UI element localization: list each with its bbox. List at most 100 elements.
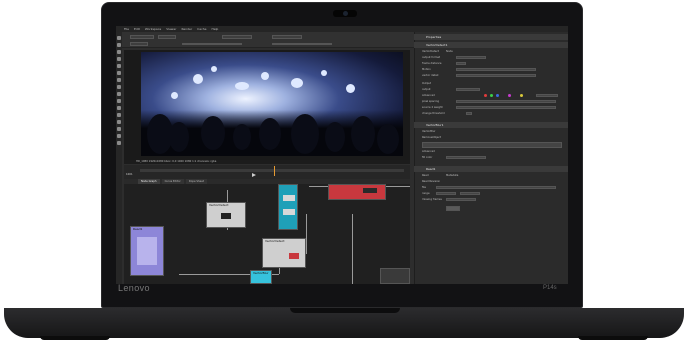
node-red[interactable] [328,184,386,200]
prop-change-threshold: change threshold [422,112,445,115]
prop-metadata-tab[interactable]: Metadata [446,174,458,177]
node-thumbnail [283,209,295,215]
node-title: Read1 [133,227,143,231]
node-thumbnail [137,237,157,265]
red-swatch[interactable] [484,94,487,97]
change-threshold-checkbox[interactable] [466,112,472,115]
frame-distance-field[interactable] [456,62,466,65]
panel-header-read[interactable]: Read1 [414,166,568,172]
toolsets-tool-icon[interactable] [117,134,121,138]
time-tool-icon[interactable] [117,50,121,54]
views-tool-icon[interactable] [117,106,121,110]
missing-frames-dropdown[interactable] [446,198,476,201]
range-start-field[interactable] [436,192,456,195]
prop-read-revision: Read Revision [422,180,441,183]
prop-missing-frames: missing frames [422,198,442,201]
prop-read-class: Read [422,174,429,177]
channel-tool-icon[interactable] [117,57,121,61]
channel-dropdown[interactable] [130,35,154,39]
fill-color-field[interactable] [446,156,486,159]
node-vectordetect-a[interactable]: VectorDetect [206,202,246,228]
prop-removeobject: RemoveObject [422,136,441,139]
prop-output: output [422,88,431,91]
reload-button[interactable] [446,206,460,211]
menu-render[interactable]: Render [181,27,192,31]
prop-tab-node[interactable]: Node [446,50,453,53]
deep-tool-icon[interactable] [117,127,121,131]
properties-title: Properties [414,34,568,40]
timeline: 1001 [124,165,410,179]
node-thumbnail [363,188,377,193]
timeline-track[interactable] [140,169,404,172]
zoom-dropdown[interactable] [130,42,148,46]
pixel-spacing-field[interactable] [456,100,556,103]
node-teal[interactable] [278,184,298,230]
prop-advanced: Advanced [422,94,435,97]
prop-class: VectorDetect [422,50,439,53]
menu-help[interactable]: Help [211,27,218,31]
play-button-icon[interactable] [252,173,256,177]
menu-file[interactable]: File [124,27,129,31]
output-format-field[interactable] [456,56,486,59]
color-field[interactable] [536,94,558,97]
transform-tool-icon[interactable] [117,92,121,96]
node-read[interactable]: Read1 [130,226,164,276]
tool-sidebar [116,32,122,284]
motion-field[interactable] [456,68,536,71]
source-weight-field[interactable] [456,106,556,109]
node-thumbnail [221,213,231,219]
node-graph[interactable]: VectorDetect Read1 VectorDetect VectorBl… [124,184,410,284]
prop-output-format: output format [422,56,441,59]
menu-viewer[interactable]: Viewer [166,27,176,31]
3d-tool-icon[interactable] [117,99,121,103]
prop-pixel-spacing: pixel spacing [422,100,439,103]
input-b-dropdown[interactable] [272,35,302,39]
range-end-field[interactable] [460,192,480,195]
alpha-dropdown[interactable] [158,35,176,39]
blue-swatch[interactable] [496,94,499,97]
right-foot [578,336,648,340]
yellow-swatch[interactable] [520,94,523,97]
filter-tool-icon[interactable] [117,71,121,75]
output-dropdown[interactable] [456,88,480,91]
laptop-screen: File Edit Workspace Viewer Render Cache … [116,26,568,284]
node-vectorblur[interactable]: VectorBlur [250,270,272,284]
vector-detail-field[interactable] [456,74,536,77]
menu-cache[interactable]: Cache [197,27,206,31]
viewer-image-concert [141,52,403,156]
merge-tool-icon[interactable] [117,85,121,89]
menu-edit[interactable]: Edit [134,27,140,31]
menu-workspace[interactable]: Workspace [145,27,161,31]
node-title: VectorDetect [209,203,229,207]
color-tool-icon[interactable] [117,64,121,68]
panel-header-vectordetect[interactable]: VectorDetect1 [414,42,568,48]
panel-header-vectorblur[interactable]: VectorBlur1 [414,122,568,128]
gamma-slider[interactable] [272,43,332,45]
node-thumbnail [283,195,295,201]
node-dark[interactable] [380,268,410,284]
lid-notch [290,308,400,313]
other-tool-icon[interactable] [117,141,121,145]
keyer-tool-icon[interactable] [117,78,121,82]
playhead[interactable] [274,166,275,176]
node-title: VectorBlur [253,271,269,275]
gain-slider[interactable] [182,43,242,45]
viewer-status-bar: HD_1080 1920x1080 bbox: 0,0 1920 1080 1:… [124,160,410,164]
file-path-field[interactable] [436,186,556,189]
node-vectordetect-b[interactable]: VectorDetect [262,238,306,268]
frame-field[interactable]: 1001 [126,173,133,176]
prop-frame-distance: frame distance [422,62,442,65]
removeobject-field[interactable] [422,142,562,148]
particles-tool-icon[interactable] [117,120,121,124]
green-swatch[interactable] [490,94,493,97]
left-foot [40,336,110,340]
brand-logo-lenovo: Lenovo [118,283,150,293]
prop-vectorblur-class: VectorBlur [422,130,436,133]
node-title: VectorDetect [265,239,285,243]
magenta-swatch[interactable] [508,94,511,97]
draw-tool-icon[interactable] [117,43,121,47]
node-thumbnail [289,253,299,259]
metadata-tool-icon[interactable] [117,113,121,117]
input-a-dropdown[interactable] [222,35,252,39]
read-tool-icon[interactable] [117,36,121,40]
